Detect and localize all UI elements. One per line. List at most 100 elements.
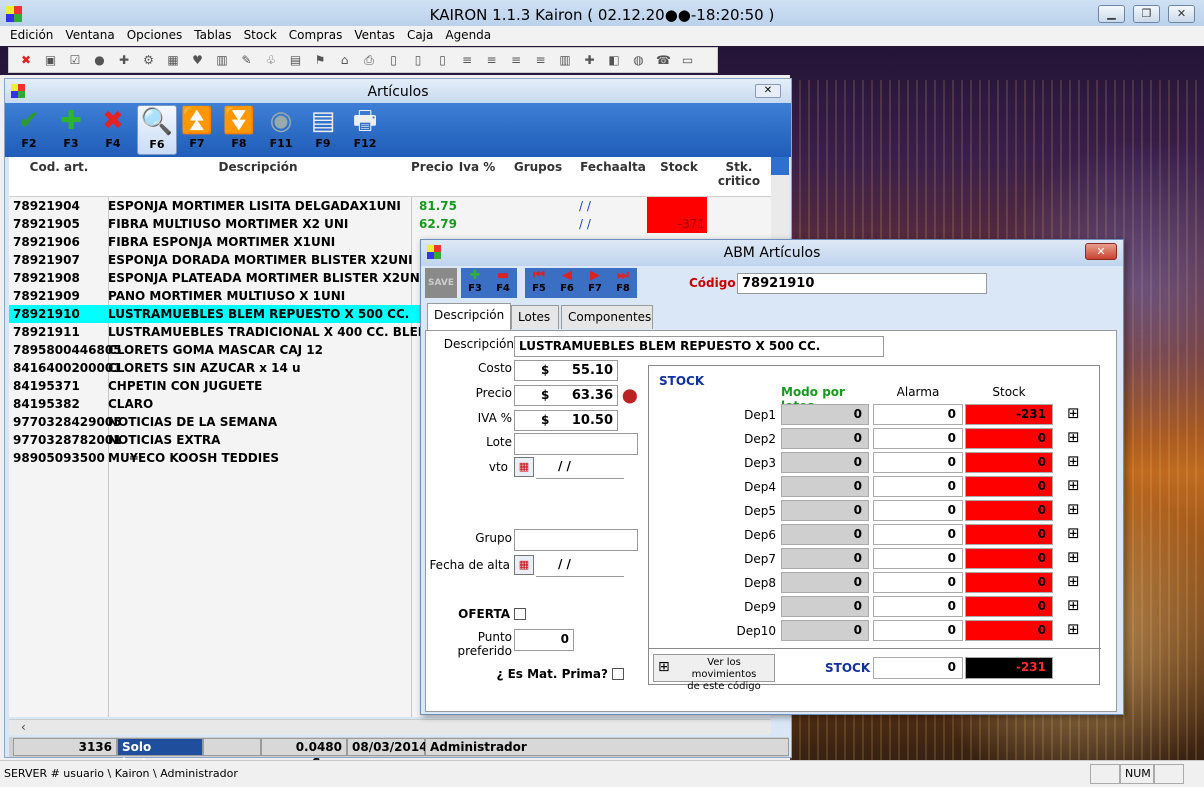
circle-icon[interactable]: ● (93, 53, 107, 67)
descripcion-input[interactable]: LUSTRAMUEBLES BLEM REPUESTO X 500 CC. (514, 336, 884, 357)
lotes-grid-icon[interactable]: ⊞ (1067, 502, 1083, 518)
column-header[interactable]: Stock (649, 160, 709, 174)
bag-icon[interactable]: ◍ (632, 53, 646, 67)
menu-item[interactable]: Ventas (348, 26, 401, 44)
tree-icon[interactable]: ♧ (264, 53, 278, 67)
lotes-grid-icon[interactable]: ⊞ (1067, 550, 1083, 566)
column-header[interactable]: Cod. art. (11, 160, 107, 174)
alarma-input[interactable]: 0 (873, 572, 963, 593)
lotes-grid-icon[interactable]: ⊞ (1067, 430, 1083, 446)
abm-tool-save[interactable]: SAVE (425, 268, 457, 298)
phone-icon[interactable]: ☎ (656, 53, 671, 67)
tab-descripcion[interactable]: Descripción (427, 303, 511, 330)
alarma-input[interactable]: 0 (873, 404, 963, 425)
fkey-button-f6[interactable]: 🔍 F6 (137, 105, 177, 155)
price-calc-icon[interactable]: ⬤ (622, 387, 642, 405)
alarma-input[interactable]: 0 (873, 476, 963, 497)
abm-tool-f6[interactable]: ◀ F6 (553, 268, 581, 298)
print-icon[interactable]: ⎙ (362, 53, 376, 67)
abm-tool-f3[interactable]: ✚ F3 (461, 268, 489, 298)
close-x-icon[interactable]: ✖ (19, 53, 33, 67)
lotes-grid-icon[interactable]: ⊞ (1067, 622, 1083, 638)
fkey-button-f9[interactable]: ▤ F9 (303, 105, 343, 155)
costo-input[interactable]: $ 55.10 (514, 360, 618, 381)
fkey-button-f7[interactable]: ⏫ F7 (177, 105, 217, 155)
screen-icon[interactable]: ▭ (681, 53, 695, 67)
column-header[interactable]: Grupos (503, 160, 573, 174)
lote-input[interactable] (514, 433, 638, 455)
save-icon[interactable]: ▣ (44, 53, 58, 67)
fkey-button-f4[interactable]: ✖ F4 (93, 105, 133, 155)
scroll-left-icon[interactable]: ‹ (21, 720, 26, 734)
menu-item[interactable]: Ventana (59, 26, 120, 44)
vto-input[interactable]: / / (536, 457, 624, 479)
map-icon[interactable]: ◧ (607, 53, 621, 67)
calendar-icon[interactable]: ▤ (289, 53, 303, 67)
fkey-button-f2[interactable]: ✔ F2 (9, 105, 49, 155)
grid-horizontal-scrollbar[interactable]: ‹ (9, 719, 771, 735)
close-button[interactable]: ✕ (1168, 5, 1195, 23)
grid-icon[interactable]: ▦ (166, 53, 180, 67)
column-header[interactable]: Descripción (108, 160, 408, 174)
precio-input[interactable]: $ 63.36 (514, 385, 618, 406)
menu-item[interactable]: Caja (401, 26, 439, 44)
menu-item[interactable]: Edición (0, 26, 59, 44)
fecha-alta-input[interactable]: / / (536, 555, 624, 577)
lotes-grid-icon[interactable]: ⊞ (1067, 574, 1083, 590)
table-row[interactable]: 78921904 ESPONJA MORTIMER LISITA DELGADAX… (9, 197, 771, 215)
minimize-button[interactable]: ▁ (1098, 5, 1125, 23)
alarma-input[interactable]: 0 (873, 596, 963, 617)
pen-icon[interactable]: ✎ (240, 53, 254, 67)
alarma-input[interactable]: 0 (873, 524, 963, 545)
menu-item[interactable]: Agenda (439, 26, 497, 44)
abm-tool-f4[interactable]: ▬ F4 (489, 268, 517, 298)
alarma-input[interactable]: 0 (873, 500, 963, 521)
flag-icon[interactable]: ⚑ (313, 53, 327, 67)
fkey-button-f11[interactable]: ◉ F11 (261, 105, 301, 155)
ver-movimientos-button[interactable]: ⊞ Ver los movimientos de este código (653, 654, 775, 692)
bars-icon[interactable]: ≡ (460, 53, 474, 67)
fkey-button-f8[interactable]: ⏬ F8 (219, 105, 259, 155)
tab-lotes[interactable]: Lotes (511, 305, 559, 329)
restore-button[interactable]: ❐ (1133, 5, 1160, 23)
articulos-close-button[interactable]: ✕ (755, 84, 781, 98)
lotes-grid-icon[interactable]: ⊞ (1067, 598, 1083, 614)
gear-icon[interactable]: ⚙ (142, 53, 156, 67)
tag-icon[interactable]: ⌂ (338, 53, 352, 67)
punto-preferido-input[interactable]: 0 (514, 629, 574, 651)
heart-icon[interactable]: ♥ (191, 53, 205, 67)
bars-icon[interactable]: ≡ (485, 53, 499, 67)
abm-tool-f8[interactable]: ⏭ F8 (609, 268, 637, 298)
doc-icon[interactable]: ▯ (411, 53, 425, 67)
menu-item[interactable]: Stock (238, 26, 283, 44)
bars-icon[interactable]: ≡ (509, 53, 523, 67)
chart-icon[interactable]: ▥ (558, 53, 572, 67)
puzzle-icon[interactable]: ✚ (117, 53, 131, 67)
column-header[interactable]: Precio (411, 160, 453, 174)
fkey-button-f3[interactable]: ✚ F3 (51, 105, 91, 155)
tab-componentes[interactable]: Componentes (561, 305, 653, 329)
alarma-input[interactable]: 0 (873, 620, 963, 641)
chart-icon[interactable]: ▥ (215, 53, 229, 67)
table-row[interactable]: 78921905 FIBRA MULTIUSO MORTIMER X2 UNI 62… (9, 215, 771, 233)
abm-tool-f7[interactable]: ▶ F7 (581, 268, 609, 298)
codigo-input[interactable]: 78921910 (737, 273, 987, 294)
lotes-grid-icon[interactable]: ⊞ (1067, 406, 1083, 422)
abm-close-button[interactable]: ✕ (1085, 243, 1117, 260)
alarma-input[interactable]: 0 (873, 452, 963, 473)
alarma-input[interactable]: 0 (873, 548, 963, 569)
bars-icon[interactable]: ≡ (534, 53, 548, 67)
grupo-input[interactable] (514, 529, 638, 551)
check-icon[interactable]: ☑ (68, 53, 82, 67)
menu-item[interactable]: Tablas (188, 26, 237, 44)
lotes-grid-icon[interactable]: ⊞ (1067, 526, 1083, 542)
abm-tool-f5[interactable]: ⏮ F5 (525, 268, 553, 298)
column-header[interactable]: Fechaalta (577, 160, 649, 174)
vto-calendar-icon[interactable]: ▦ (514, 457, 534, 477)
fkey-button-f12[interactable]: 🖶 F12 (345, 105, 385, 155)
fecha-alta-calendar-icon[interactable]: ▦ (514, 555, 534, 575)
menu-item[interactable]: Opciones (121, 26, 189, 44)
doc-icon[interactable]: ▯ (387, 53, 401, 67)
lotes-grid-icon[interactable]: ⊞ (1067, 478, 1083, 494)
menu-item[interactable]: Compras (283, 26, 349, 44)
